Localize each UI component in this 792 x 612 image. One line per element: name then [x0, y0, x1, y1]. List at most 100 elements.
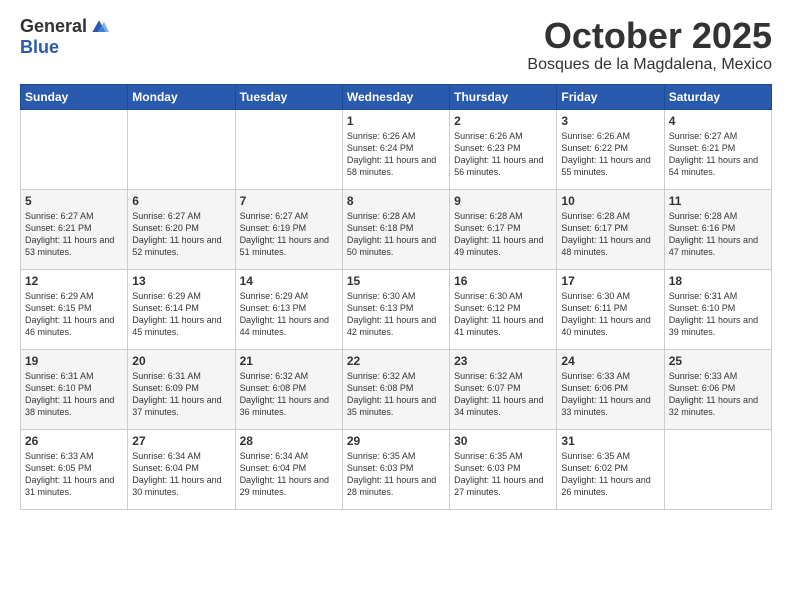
day-detail: Sunrise: 6:32 AMSunset: 6:07 PMDaylight:…	[454, 370, 552, 419]
col-monday: Monday	[128, 84, 235, 109]
day-number: 10	[561, 194, 659, 208]
day-detail: Sunrise: 6:32 AMSunset: 6:08 PMDaylight:…	[347, 370, 445, 419]
logo-general-text: General	[20, 16, 87, 37]
day-number: 5	[25, 194, 123, 208]
title-section: October 2025 Bosques de la Magdalena, Me…	[527, 16, 772, 74]
header: General Blue October 2025 Bosques de la …	[20, 16, 772, 74]
table-row	[21, 109, 128, 189]
table-row: 19 Sunrise: 6:31 AMSunset: 6:10 PMDaylig…	[21, 349, 128, 429]
day-detail: Sunrise: 6:30 AMSunset: 6:11 PMDaylight:…	[561, 290, 659, 339]
day-number: 25	[669, 354, 767, 368]
logo-icon	[89, 17, 109, 37]
day-detail: Sunrise: 6:31 AMSunset: 6:09 PMDaylight:…	[132, 370, 230, 419]
day-detail: Sunrise: 6:35 AMSunset: 6:03 PMDaylight:…	[454, 450, 552, 499]
col-friday: Friday	[557, 84, 664, 109]
table-row: 6 Sunrise: 6:27 AMSunset: 6:20 PMDayligh…	[128, 189, 235, 269]
day-number: 16	[454, 274, 552, 288]
col-saturday: Saturday	[664, 84, 771, 109]
day-detail: Sunrise: 6:30 AMSunset: 6:12 PMDaylight:…	[454, 290, 552, 339]
table-row: 22 Sunrise: 6:32 AMSunset: 6:08 PMDaylig…	[342, 349, 449, 429]
calendar-week-3: 12 Sunrise: 6:29 AMSunset: 6:15 PMDaylig…	[21, 269, 772, 349]
table-row: 9 Sunrise: 6:28 AMSunset: 6:17 PMDayligh…	[450, 189, 557, 269]
table-row: 26 Sunrise: 6:33 AMSunset: 6:05 PMDaylig…	[21, 429, 128, 509]
day-number: 23	[454, 354, 552, 368]
day-number: 14	[240, 274, 338, 288]
day-number: 11	[669, 194, 767, 208]
table-row: 11 Sunrise: 6:28 AMSunset: 6:16 PMDaylig…	[664, 189, 771, 269]
day-detail: Sunrise: 6:29 AMSunset: 6:14 PMDaylight:…	[132, 290, 230, 339]
day-detail: Sunrise: 6:27 AMSunset: 6:21 PMDaylight:…	[669, 130, 767, 179]
table-row: 8 Sunrise: 6:28 AMSunset: 6:18 PMDayligh…	[342, 189, 449, 269]
logo: General Blue	[20, 16, 109, 58]
day-number: 13	[132, 274, 230, 288]
table-row: 5 Sunrise: 6:27 AMSunset: 6:21 PMDayligh…	[21, 189, 128, 269]
calendar-week-2: 5 Sunrise: 6:27 AMSunset: 6:21 PMDayligh…	[21, 189, 772, 269]
day-detail: Sunrise: 6:26 AMSunset: 6:23 PMDaylight:…	[454, 130, 552, 179]
day-detail: Sunrise: 6:33 AMSunset: 6:05 PMDaylight:…	[25, 450, 123, 499]
day-number: 15	[347, 274, 445, 288]
table-row: 21 Sunrise: 6:32 AMSunset: 6:08 PMDaylig…	[235, 349, 342, 429]
day-detail: Sunrise: 6:32 AMSunset: 6:08 PMDaylight:…	[240, 370, 338, 419]
day-detail: Sunrise: 6:34 AMSunset: 6:04 PMDaylight:…	[132, 450, 230, 499]
day-number: 1	[347, 114, 445, 128]
table-row: 13 Sunrise: 6:29 AMSunset: 6:14 PMDaylig…	[128, 269, 235, 349]
day-number: 17	[561, 274, 659, 288]
day-detail: Sunrise: 6:29 AMSunset: 6:13 PMDaylight:…	[240, 290, 338, 339]
day-detail: Sunrise: 6:31 AMSunset: 6:10 PMDaylight:…	[669, 290, 767, 339]
day-number: 9	[454, 194, 552, 208]
day-number: 30	[454, 434, 552, 448]
day-number: 19	[25, 354, 123, 368]
table-row: 24 Sunrise: 6:33 AMSunset: 6:06 PMDaylig…	[557, 349, 664, 429]
day-detail: Sunrise: 6:28 AMSunset: 6:18 PMDaylight:…	[347, 210, 445, 259]
day-detail: Sunrise: 6:31 AMSunset: 6:10 PMDaylight:…	[25, 370, 123, 419]
calendar-week-1: 1 Sunrise: 6:26 AMSunset: 6:24 PMDayligh…	[21, 109, 772, 189]
day-number: 29	[347, 434, 445, 448]
table-row: 30 Sunrise: 6:35 AMSunset: 6:03 PMDaylig…	[450, 429, 557, 509]
month-title: October 2025	[527, 16, 772, 56]
calendar-week-5: 26 Sunrise: 6:33 AMSunset: 6:05 PMDaylig…	[21, 429, 772, 509]
table-row: 7 Sunrise: 6:27 AMSunset: 6:19 PMDayligh…	[235, 189, 342, 269]
day-number: 4	[669, 114, 767, 128]
day-number: 22	[347, 354, 445, 368]
col-wednesday: Wednesday	[342, 84, 449, 109]
table-row: 25 Sunrise: 6:33 AMSunset: 6:06 PMDaylig…	[664, 349, 771, 429]
table-row: 12 Sunrise: 6:29 AMSunset: 6:15 PMDaylig…	[21, 269, 128, 349]
table-row: 27 Sunrise: 6:34 AMSunset: 6:04 PMDaylig…	[128, 429, 235, 509]
table-row: 4 Sunrise: 6:27 AMSunset: 6:21 PMDayligh…	[664, 109, 771, 189]
table-row: 1 Sunrise: 6:26 AMSunset: 6:24 PMDayligh…	[342, 109, 449, 189]
table-row: 18 Sunrise: 6:31 AMSunset: 6:10 PMDaylig…	[664, 269, 771, 349]
table-row	[664, 429, 771, 509]
table-row: 31 Sunrise: 6:35 AMSunset: 6:02 PMDaylig…	[557, 429, 664, 509]
day-detail: Sunrise: 6:34 AMSunset: 6:04 PMDaylight:…	[240, 450, 338, 499]
col-sunday: Sunday	[21, 84, 128, 109]
table-row: 29 Sunrise: 6:35 AMSunset: 6:03 PMDaylig…	[342, 429, 449, 509]
day-number: 12	[25, 274, 123, 288]
day-detail: Sunrise: 6:27 AMSunset: 6:20 PMDaylight:…	[132, 210, 230, 259]
day-number: 18	[669, 274, 767, 288]
day-detail: Sunrise: 6:33 AMSunset: 6:06 PMDaylight:…	[669, 370, 767, 419]
table-row: 17 Sunrise: 6:30 AMSunset: 6:11 PMDaylig…	[557, 269, 664, 349]
day-detail: Sunrise: 6:26 AMSunset: 6:24 PMDaylight:…	[347, 130, 445, 179]
table-row: 15 Sunrise: 6:30 AMSunset: 6:13 PMDaylig…	[342, 269, 449, 349]
calendar-table: Sunday Monday Tuesday Wednesday Thursday…	[20, 84, 772, 510]
page: General Blue October 2025 Bosques de la …	[0, 0, 792, 612]
day-number: 20	[132, 354, 230, 368]
table-row: 20 Sunrise: 6:31 AMSunset: 6:09 PMDaylig…	[128, 349, 235, 429]
day-detail: Sunrise: 6:33 AMSunset: 6:06 PMDaylight:…	[561, 370, 659, 419]
table-row: 10 Sunrise: 6:28 AMSunset: 6:17 PMDaylig…	[557, 189, 664, 269]
logo-blue-text: Blue	[20, 37, 59, 58]
table-row	[128, 109, 235, 189]
calendar-header-row: Sunday Monday Tuesday Wednesday Thursday…	[21, 84, 772, 109]
day-detail: Sunrise: 6:28 AMSunset: 6:17 PMDaylight:…	[454, 210, 552, 259]
day-detail: Sunrise: 6:26 AMSunset: 6:22 PMDaylight:…	[561, 130, 659, 179]
location-title: Bosques de la Magdalena, Mexico	[527, 56, 772, 74]
calendar-week-4: 19 Sunrise: 6:31 AMSunset: 6:10 PMDaylig…	[21, 349, 772, 429]
day-detail: Sunrise: 6:29 AMSunset: 6:15 PMDaylight:…	[25, 290, 123, 339]
day-number: 21	[240, 354, 338, 368]
day-number: 7	[240, 194, 338, 208]
day-number: 8	[347, 194, 445, 208]
day-detail: Sunrise: 6:28 AMSunset: 6:17 PMDaylight:…	[561, 210, 659, 259]
table-row: 28 Sunrise: 6:34 AMSunset: 6:04 PMDaylig…	[235, 429, 342, 509]
day-detail: Sunrise: 6:35 AMSunset: 6:02 PMDaylight:…	[561, 450, 659, 499]
day-detail: Sunrise: 6:28 AMSunset: 6:16 PMDaylight:…	[669, 210, 767, 259]
